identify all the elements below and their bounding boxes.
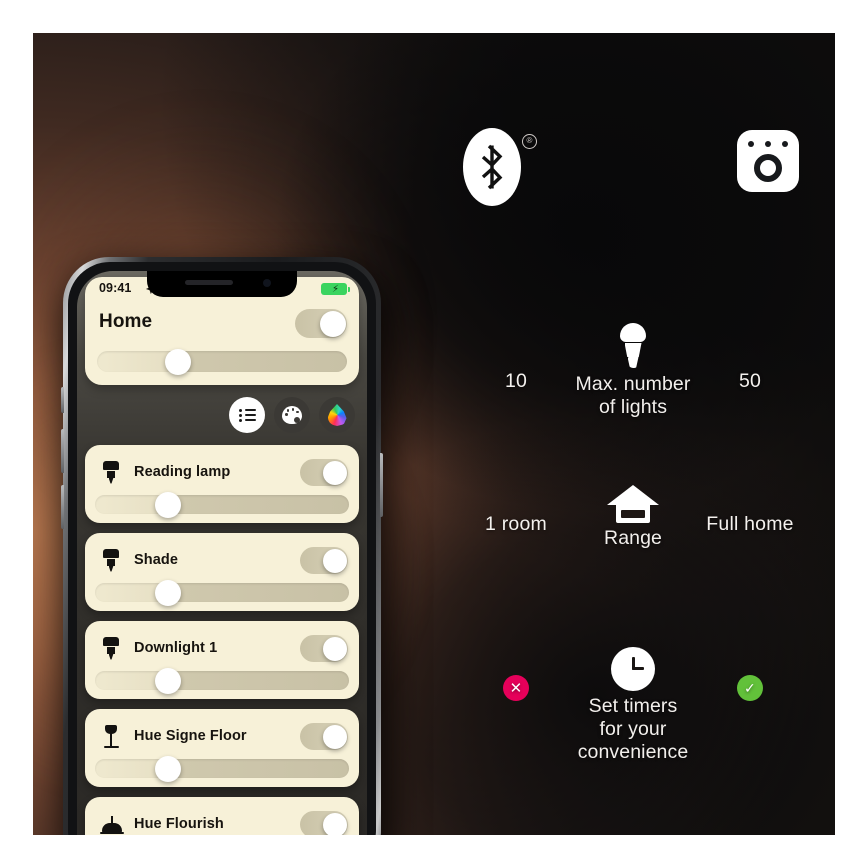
slider-knob[interactable] [155,491,181,518]
light-brightness-slider[interactable] [95,491,349,518]
phone-mockup: 09:41 ⚡ Home Reading lamp Shade Downligh… [61,257,393,835]
list-item[interactable]: Downlight 1 [85,621,359,699]
tab-list-view[interactable] [229,397,265,433]
spot-bulb-icon [100,637,122,661]
spot-bulb-icon [100,461,122,485]
slider-knob[interactable] [155,755,181,782]
list-item[interactable]: Hue Signe Floor [85,709,359,787]
light-toggle[interactable] [300,459,348,486]
palette-icon [282,406,302,424]
earpiece-speaker [185,280,233,285]
light-brightness-slider[interactable] [95,755,349,782]
slider-knob[interactable] [155,579,181,606]
list-item[interactable]: Reading lamp [85,445,359,523]
bridge-leds [748,141,788,147]
phone-notch [147,271,297,297]
light-name: Hue Signe Floor [134,728,247,744]
charging-bolt-icon: ⚡ [332,283,340,295]
list-icon [238,408,256,422]
mode-button-group [229,397,355,433]
list-item[interactable]: Shade [85,533,359,611]
light-name: Downlight 1 [134,640,218,656]
timers-center: Set timers for your convenience [513,645,753,764]
hue-bridge-icon [737,130,799,192]
bluetooth-icon [481,144,503,190]
timers-caption-line2: for your [599,718,667,740]
comparison-column: ® 10 Max. number of lights 50 1 room Ran… [431,33,835,835]
bluetooth-badge: ® [463,128,537,208]
light-name: Reading lamp [134,464,231,480]
light-name: Hue Flourish [134,816,224,832]
pendant-lamp-icon [100,813,124,835]
light-name: Shade [134,552,179,568]
floor-lamp-icon [100,725,122,749]
toggle-knob [322,548,347,573]
page-title: Home [99,311,153,332]
light-toggle[interactable] [300,811,348,835]
timers-caption-line3: convenience [577,741,689,763]
front-camera [263,279,271,287]
tab-scenes[interactable] [274,397,310,433]
power-button[interactable] [380,453,383,517]
tab-color-picker[interactable] [319,397,355,433]
bridge-button-ring [754,154,782,182]
bridge-max-lights-value: 50 [738,370,762,392]
toggle-knob [322,724,347,749]
slider-knob[interactable] [155,667,181,694]
light-brightness-slider[interactable] [95,579,349,606]
toggle-knob [322,636,347,661]
home-brightness-slider[interactable] [97,348,347,375]
spot-bulb-icon [100,549,122,573]
light-toggle[interactable] [300,635,348,662]
phone-screen: 09:41 ⚡ Home Reading lamp Shade Downligh… [77,271,367,835]
light-toggle[interactable] [300,547,348,574]
light-toggle[interactable] [300,723,348,750]
scene-stage: ® 10 Max. number of lights 50 1 room Ran… [33,33,835,835]
list-item[interactable]: Hue Flourish [85,797,359,835]
bridge-range-value: Full home [706,513,794,535]
light-brightness-slider[interactable] [95,667,349,694]
mute-switch[interactable] [61,387,64,413]
check-badge: ✓ [737,675,763,701]
registered-mark: ® [522,134,537,149]
volume-up-button[interactable] [61,429,64,473]
toggle-knob [319,310,346,337]
slider-knob[interactable] [165,348,191,375]
toggle-knob [322,460,347,485]
light-bulb-icon [513,323,753,369]
max-lights-caption-line2: of lights [598,396,668,418]
volume-down-button[interactable] [61,485,64,529]
home-master-toggle[interactable] [295,309,347,338]
status-bar-time: 09:41 [99,281,132,295]
top-icon-row: ® [431,128,835,208]
phone-bezel: 09:41 ⚡ Home Reading lamp Shade Downligh… [68,262,376,835]
toggle-knob [322,812,347,835]
color-drop-icon [327,404,347,426]
light-list: Reading lamp Shade Downlight 1 Hue Signe… [85,445,359,835]
bridge-timers-badge: ✓ [665,675,835,701]
phone-frame: 09:41 ⚡ Home Reading lamp Shade Downligh… [61,257,383,835]
